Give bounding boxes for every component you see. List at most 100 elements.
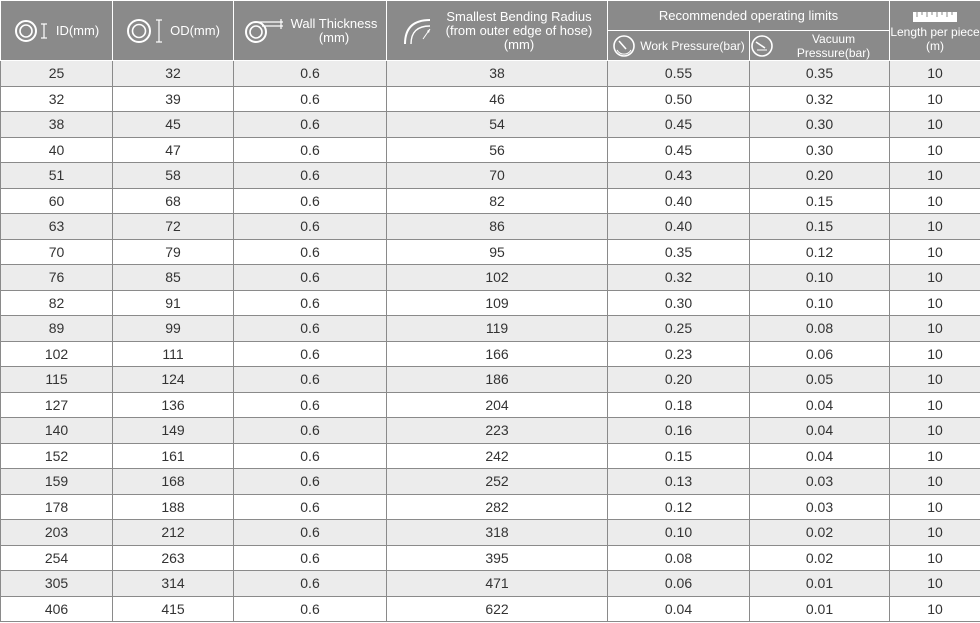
cell-work-pressure: 0.10: [607, 519, 750, 546]
table-header: ID(mm) OD(mm) Wall Thickness (mm) Smalle…: [0, 0, 980, 61]
cell-length: 10: [889, 417, 980, 444]
cell-od: 32: [112, 60, 234, 87]
cell-wall-thickness: 0.6: [233, 188, 387, 214]
header-work-pressure: Work Pressure(bar): [607, 30, 750, 61]
cell-vacuum-pressure: 0.06: [749, 341, 891, 367]
cell-vacuum-pressure: 0.12: [749, 239, 891, 265]
cell-wall-thickness: 0.6: [233, 468, 387, 495]
cell-bending-radius: 95: [386, 239, 608, 265]
cell-length: 10: [889, 468, 980, 495]
cell-bending-radius: 86: [386, 213, 608, 240]
cell-id: 38: [0, 111, 113, 138]
cell-vacuum-pressure: 0.35: [749, 60, 891, 87]
cell-length: 10: [889, 162, 980, 189]
cell-vacuum-pressure: 0.15: [749, 188, 891, 214]
cell-od: 212: [112, 519, 234, 546]
cell-vacuum-pressure: 0.30: [749, 137, 891, 163]
table-row: 140 149 0.6 223 0.16 0.04 10: [0, 417, 980, 444]
cell-wall-thickness: 0.6: [233, 60, 387, 87]
cell-work-pressure: 0.30: [607, 290, 750, 316]
cell-work-pressure: 0.43: [607, 162, 750, 189]
cell-bending-radius: 82: [386, 188, 608, 214]
cell-wall-thickness: 0.6: [233, 392, 387, 418]
cell-length: 10: [889, 290, 980, 316]
cell-work-pressure: 0.45: [607, 137, 750, 163]
cell-bending-radius: 318: [386, 519, 608, 546]
cell-bending-radius: 223: [386, 417, 608, 444]
table-row: 159 168 0.6 252 0.13 0.03 10: [0, 468, 980, 495]
cell-od: 72: [112, 213, 234, 240]
cell-work-pressure: 0.13: [607, 468, 750, 495]
cell-length: 10: [889, 60, 980, 87]
hose-spec-table: ID(mm) OD(mm) Wall Thickness (mm) Smalle…: [0, 0, 980, 622]
cell-od: 68: [112, 188, 234, 214]
cell-wall-thickness: 0.6: [233, 519, 387, 546]
cell-od: 45: [112, 111, 234, 138]
cell-length: 10: [889, 443, 980, 469]
cell-vacuum-pressure: 0.04: [749, 417, 891, 444]
cell-length: 10: [889, 188, 980, 214]
cell-od: 111: [112, 341, 234, 367]
cell-bending-radius: 102: [386, 264, 608, 291]
cell-length: 10: [889, 366, 980, 393]
cell-od: 58: [112, 162, 234, 189]
cell-id: 32: [0, 86, 113, 112]
ruler-icon: [913, 11, 958, 22]
cell-id: 60: [0, 188, 113, 214]
table-row: 76 85 0.6 102 0.32 0.10 10: [0, 264, 980, 291]
cell-od: 149: [112, 417, 234, 444]
cell-id: 63: [0, 213, 113, 240]
cell-vacuum-pressure: 0.03: [749, 468, 891, 495]
cell-length: 10: [889, 213, 980, 240]
cell-od: 39: [112, 86, 234, 112]
cell-wall-thickness: 0.6: [233, 366, 387, 393]
cell-vacuum-pressure: 0.02: [749, 519, 891, 546]
cell-id: 82: [0, 290, 113, 316]
cell-bending-radius: 46: [386, 86, 608, 112]
header-bend-line1: Smallest Bending Radius: [446, 8, 592, 24]
cell-work-pressure: 0.06: [607, 570, 750, 597]
table-row: 406 415 0.6 622 0.04 0.01 10: [0, 596, 980, 622]
cell-wall-thickness: 0.6: [233, 137, 387, 163]
cell-length: 10: [889, 315, 980, 342]
cell-bending-radius: 252: [386, 468, 608, 495]
cell-wall-thickness: 0.6: [233, 443, 387, 469]
table-body: 25 32 0.6 38 0.55 0.35 10 32 39 0.6 46 0.50 0.32 10 38…: [0, 60, 980, 622]
header-bend-line3: (mm): [503, 36, 535, 52]
table-row: 82 91 0.6 109 0.30 0.10 10: [0, 290, 980, 316]
cell-id: 254: [0, 545, 113, 571]
table-row: 70 79 0.6 95 0.35 0.12 10: [0, 239, 980, 265]
cell-vacuum-pressure: 0.02: [749, 545, 891, 571]
cell-od: 47: [112, 137, 234, 163]
table-row: 115 124 0.6 186 0.20 0.05 10: [0, 366, 980, 393]
cell-length: 10: [889, 239, 980, 265]
cell-wall-thickness: 0.6: [233, 417, 387, 444]
cell-bending-radius: 395: [386, 545, 608, 571]
cell-bending-radius: 56: [386, 137, 608, 163]
header-id-label: ID(mm): [55, 22, 100, 38]
cell-id: 152: [0, 443, 113, 469]
cell-length: 10: [889, 86, 980, 112]
cell-od: 314: [112, 570, 234, 597]
cell-od: 136: [112, 392, 234, 418]
cell-vacuum-pressure: 0.30: [749, 111, 891, 138]
cell-bending-radius: 54: [386, 111, 608, 138]
vacuum-gauge-icon: [751, 34, 773, 57]
cell-id: 51: [0, 162, 113, 189]
cell-bending-radius: 622: [386, 596, 608, 622]
header-od: OD(mm): [112, 0, 234, 61]
header-id: ID(mm): [0, 0, 113, 61]
table-row: 102 111 0.6 166 0.23 0.06 10: [0, 341, 980, 367]
header-work-pressure-label: Work Pressure(bar): [640, 38, 745, 53]
cell-bending-radius: 70: [386, 162, 608, 189]
cell-bending-radius: 119: [386, 315, 608, 342]
cell-id: 89: [0, 315, 113, 342]
header-length: Length per piece (m): [889, 0, 980, 61]
cell-wall-thickness: 0.6: [233, 570, 387, 597]
cell-work-pressure: 0.40: [607, 188, 750, 214]
cell-work-pressure: 0.18: [607, 392, 750, 418]
cell-id: 178: [0, 494, 113, 520]
cell-id: 102: [0, 341, 113, 367]
table-row: 127 136 0.6 204 0.18 0.04 10: [0, 392, 980, 418]
cell-length: 10: [889, 111, 980, 138]
